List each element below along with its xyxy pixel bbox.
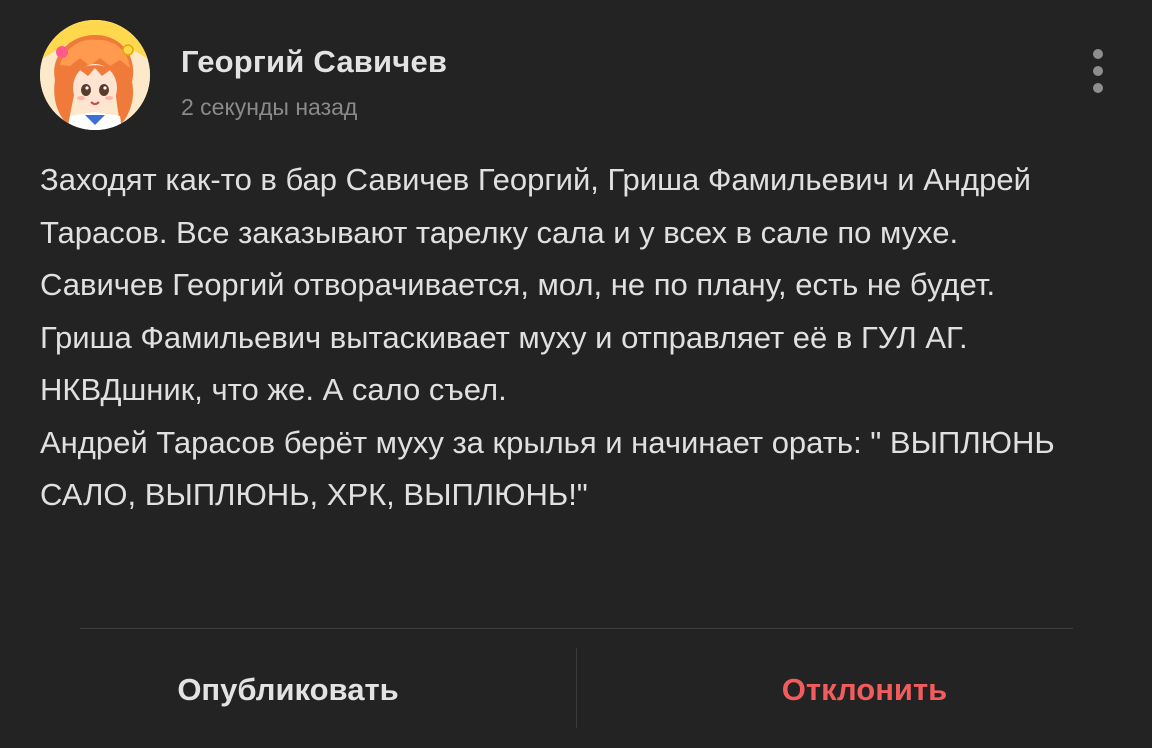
post-preview-card: Георгий Савичев 2 секунды назад Заходят … [0,0,1152,748]
anime-girl-avatar-icon [40,20,150,130]
author-avatar[interactable] [40,20,150,130]
message-paragraph: Савичев Георгий отворачивается, мол, не … [40,267,996,302]
message-paragraph: Гриша Фамильевич вытаскивает муху и отпр… [40,319,968,408]
reject-button[interactable]: Отклонить [577,650,1152,730]
more-options-button[interactable] [1082,46,1114,96]
post-message: Заходят как-то в бар Савичев Георгий, Гр… [40,154,1120,522]
message-paragraph: Андрей Тарасов берёт муху за крылья и на… [40,424,1055,513]
vertical-dots-icon [1093,83,1103,93]
publish-button[interactable]: Опубликовать [0,650,576,730]
vertical-dots-icon [1093,66,1103,76]
actions-divider [80,628,1073,629]
message-paragraph: Заходят как-то в бар Савичев Георгий, Гр… [40,162,1031,250]
author-name: Георгий Савичев [181,44,448,79]
vertical-dots-icon [1093,49,1103,59]
post-timestamp: 2 секунды назад [181,94,358,120]
